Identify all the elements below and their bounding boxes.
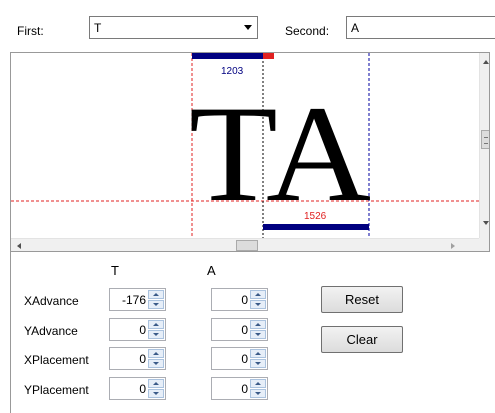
spin-down-icon[interactable]	[250, 389, 266, 398]
spin-up-icon[interactable]	[148, 379, 164, 388]
spin-down-icon[interactable]	[148, 389, 164, 398]
toolbar: First: T Second: A	[0, 0, 495, 52]
first-label: First:	[17, 24, 44, 38]
scroll-corner	[479, 238, 489, 251]
row-label-xplacement: XPlacement	[24, 353, 89, 367]
second-label: Second:	[285, 24, 330, 38]
second-column-header: A	[207, 263, 216, 278]
yplacement-second-stepper[interactable]: 0	[211, 377, 268, 400]
yadvance-second-stepper[interactable]: 0	[211, 318, 268, 341]
yplacement-first-stepper[interactable]: 0	[109, 377, 166, 400]
yadvance-first-stepper[interactable]: 0	[109, 318, 166, 341]
spin-down-icon[interactable]	[148, 330, 164, 339]
stepper-value: 0	[139, 323, 146, 337]
vertical-scrollbar[interactable]	[479, 53, 489, 238]
second-glyph-select[interactable]: A	[346, 16, 495, 39]
spin-down-icon[interactable]	[148, 300, 164, 309]
first-advance-bar	[192, 53, 263, 59]
spin-up-icon[interactable]	[148, 320, 164, 329]
xadvance-second-stepper[interactable]: 0	[211, 288, 268, 311]
horizontal-scroll-thumb[interactable]	[236, 240, 258, 251]
glyph-pair: TA	[189, 77, 371, 230]
first-glyph-value: T	[94, 21, 102, 35]
spin-up-icon[interactable]	[148, 349, 164, 358]
first-column-header: T	[111, 263, 119, 278]
xplacement-second-stepper[interactable]: 0	[211, 347, 268, 370]
scroll-right-icon[interactable]	[451, 243, 455, 249]
top-width-value: 1203	[221, 66, 244, 77]
second-glyph-value: A	[351, 21, 360, 35]
stepper-value: 0	[241, 323, 248, 337]
spin-up-icon[interactable]	[250, 320, 266, 329]
kerning-preview[interactable]: 1203 1526 TA	[10, 52, 490, 252]
scroll-up-icon[interactable]	[483, 60, 489, 64]
row-label-yadvance: YAdvance	[24, 324, 78, 338]
stepper-value: 0	[139, 382, 146, 396]
stepper-value: -176	[121, 293, 146, 307]
xadvance-first-stepper[interactable]: -176	[109, 288, 166, 311]
row-label-xadvance: XAdvance	[24, 294, 79, 308]
stepper-value: 0	[241, 382, 248, 396]
stepper-value: 0	[241, 293, 248, 307]
first-glyph-select[interactable]: T	[89, 16, 258, 39]
spin-up-icon[interactable]	[250, 379, 266, 388]
stepper-value: 0	[139, 352, 146, 366]
vertical-scroll-thumb[interactable]	[481, 130, 489, 149]
spin-up-icon[interactable]	[250, 349, 266, 358]
reset-button[interactable]: Reset	[321, 286, 403, 313]
kerning-values-panel: T A XAdvance YAdvance XPlacement YPlacem…	[10, 252, 490, 413]
glyph-canvas: 1203 1526 TA	[11, 53, 479, 238]
kern-overlap-bar	[263, 53, 274, 59]
row-label-yplacement: YPlacement	[24, 383, 89, 397]
spin-down-icon[interactable]	[148, 359, 164, 368]
horizontal-scrollbar[interactable]	[11, 238, 479, 251]
xplacement-first-stepper[interactable]: 0	[109, 347, 166, 370]
scroll-down-icon[interactable]	[483, 221, 489, 225]
scroll-left-icon[interactable]	[17, 243, 21, 249]
spin-down-icon[interactable]	[250, 330, 266, 339]
chevron-down-icon	[244, 25, 252, 30]
spin-down-icon[interactable]	[250, 359, 266, 368]
spin-down-icon[interactable]	[250, 300, 266, 309]
spin-up-icon[interactable]	[148, 290, 164, 299]
stepper-value: 0	[241, 352, 248, 366]
clear-button[interactable]: Clear	[321, 326, 403, 353]
spin-up-icon[interactable]	[250, 290, 266, 299]
